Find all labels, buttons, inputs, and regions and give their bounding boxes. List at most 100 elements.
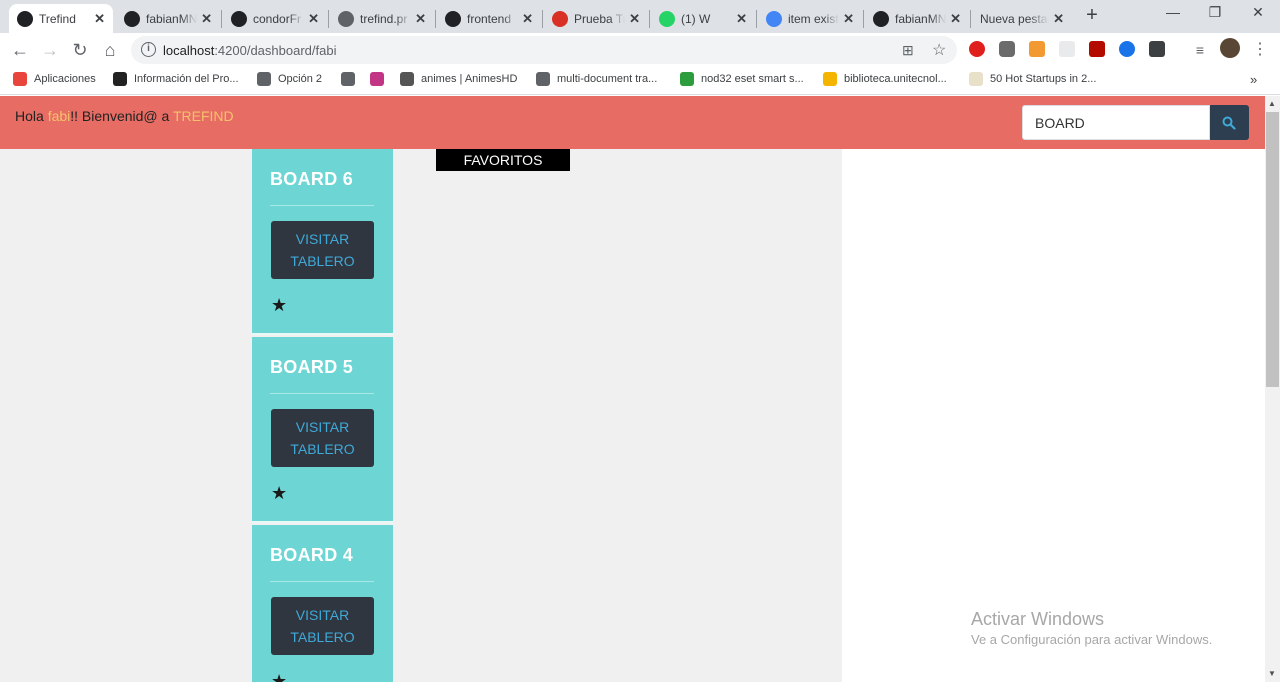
tab-separator <box>649 10 650 28</box>
search-button[interactable] <box>1210 105 1249 140</box>
page-scrollbar[interactable]: ▲ ▼ <box>1265 96 1280 682</box>
whatsapp-icon <box>659 10 675 27</box>
browser-tab[interactable]: item exist ✕ <box>758 4 862 33</box>
close-window-button[interactable]: ✕ <box>1244 4 1272 26</box>
bookmark-item[interactable]: Opción 2 <box>257 72 322 86</box>
et-icon <box>969 72 983 86</box>
scroll-down-icon[interactable]: ▼ <box>1268 669 1276 678</box>
browser-tab[interactable]: (1) W ✕ <box>651 4 755 33</box>
browser-tab-title: fabianMN <box>895 11 947 26</box>
bookmark-label: Información del Pro... <box>134 73 239 85</box>
menu-kebab-icon[interactable]: ⋮ <box>1249 39 1271 61</box>
bookmark-item[interactable]: biblioteca.unitecnol... <box>823 72 947 86</box>
star-icon[interactable]: ★ <box>271 483 287 504</box>
close-tab-icon[interactable]: ✕ <box>94 11 105 27</box>
visit-board-button[interactable]: VISITAR TABLERO <box>271 597 374 655</box>
visit-board-button[interactable]: VISITAR TABLERO <box>271 221 374 279</box>
media-queue-icon[interactable]: ≡ <box>1189 39 1211 61</box>
globe-icon <box>536 72 550 86</box>
translate-icon[interactable]: ⊞ <box>902 42 914 59</box>
bookmark-item[interactable]: 50 Hot Startups in 2... <box>969 72 1096 86</box>
globe-icon <box>341 72 355 86</box>
close-tab-icon[interactable]: ✕ <box>629 11 640 27</box>
bookmarks-bar: » Aplicaciones Información del Pro... Opci… <box>0 66 1280 95</box>
reload-icon[interactable]: ↻ <box>69 39 91 61</box>
browser-tab-title: frontend <box>467 11 512 26</box>
google-icon <box>766 10 782 27</box>
minimize-button[interactable]: — <box>1159 4 1187 26</box>
board-title: BOARD 4 <box>270 545 354 565</box>
close-tab-icon[interactable]: ✕ <box>522 11 533 27</box>
bookmark-item[interactable] <box>341 72 362 86</box>
globe-icon <box>257 72 271 86</box>
browser-tab[interactable]: condorFr ✕ <box>223 4 327 33</box>
url-text: localhost:4200/dashboard/fabi <box>163 43 336 58</box>
browser-tab-title: item exist <box>788 11 839 26</box>
browser-tab-title: Nueva pestañ <box>980 11 1050 26</box>
browser-tab-title: fabianMN <box>146 11 198 26</box>
board-card: BOARD 4 VISITAR TABLERO ★ <box>252 525 393 682</box>
browser-tab-title: Prueba Tr <box>574 11 626 26</box>
extension-blue-icon[interactable] <box>1119 41 1135 57</box>
bookmark-item[interactable] <box>370 72 391 86</box>
browser-tab[interactable]: Trefind ✕ <box>9 4 113 33</box>
anime-icon <box>400 72 414 86</box>
star-icon[interactable]: ★ <box>271 671 287 682</box>
browser-tab[interactable]: trefind.pr ✕ <box>330 4 434 33</box>
tab-separator <box>221 10 222 28</box>
bookmark-item[interactable]: multi-document tra... <box>536 72 657 86</box>
extension-blank-icon[interactable] <box>1059 41 1075 57</box>
close-tab-icon[interactable]: ✕ <box>415 11 426 27</box>
greeting-text: Hola fabi!! Bienvenid@ a TREFIND <box>15 108 234 124</box>
blackboard-icon <box>113 72 127 86</box>
github-icon <box>445 10 461 27</box>
instagram-icon <box>370 72 384 86</box>
scrollbar-thumb[interactable] <box>1266 112 1279 387</box>
adblock-icon[interactable] <box>969 41 985 57</box>
greeting-middle: !! Bienvenid@ a <box>70 108 173 124</box>
favorites-label[interactable]: FAVORITOS <box>436 149 570 171</box>
star-icon[interactable]: ★ <box>271 295 287 316</box>
profile-avatar[interactable] <box>1220 38 1240 58</box>
github-icon <box>873 10 889 27</box>
bookmark-item[interactable]: nod32 eset smart s... <box>680 72 804 86</box>
bookmarks-overflow-icon[interactable]: » <box>1250 72 1257 87</box>
bookmark-item[interactable]: Aplicaciones <box>13 72 96 86</box>
watermark-title: Activar Windows <box>971 609 1105 629</box>
close-tab-icon[interactable]: ✕ <box>1053 11 1064 27</box>
close-tab-icon[interactable]: ✕ <box>736 11 747 27</box>
board-card: BOARD 5 VISITAR TABLERO ★ <box>252 337 393 523</box>
bookmark-item[interactable]: Información del Pro... <box>113 72 239 86</box>
acrobat-icon[interactable] <box>1089 41 1105 57</box>
browser-tab[interactable]: frontend ✕ <box>437 4 541 33</box>
restore-button[interactable]: ❐ <box>1201 4 1229 26</box>
extension-cube-icon[interactable] <box>999 41 1015 57</box>
close-tab-icon[interactable]: ✕ <box>201 11 212 27</box>
visit-board-button[interactable]: VISITAR TABLERO <box>271 409 374 467</box>
bookmark-star-icon[interactable]: ☆ <box>932 40 946 60</box>
scroll-up-icon[interactable]: ▲ <box>1268 99 1276 108</box>
browser-tab[interactable]: Nueva pestañ ✕ <box>972 4 1072 33</box>
home-icon[interactable]: ⌂ <box>99 39 121 61</box>
windows-activation-watermark: Activar Windows Ve a Configuración para … <box>971 609 1212 647</box>
forward-icon[interactable]: → <box>39 39 61 61</box>
browser-toolbar: ← → ↻ ⌂ i localhost:4200/dashboard/fabi … <box>0 33 1280 66</box>
back-icon[interactable]: ← <box>9 39 31 61</box>
bookmark-item[interactable]: animes | AnimesHD <box>400 72 517 86</box>
url-host: localhost <box>163 43 215 58</box>
search-input[interactable] <box>1022 105 1210 140</box>
browser-tab[interactable]: fabianMN ✕ <box>865 4 969 33</box>
board-card: BOARD 6 VISITAR TABLERO ★ <box>252 149 393 335</box>
close-tab-icon[interactable]: ✕ <box>308 11 319 27</box>
new-tab-button[interactable]: + <box>1082 5 1102 26</box>
download-ext-icon[interactable] <box>1149 41 1165 57</box>
site-info-icon[interactable]: i <box>141 42 156 57</box>
close-tab-icon[interactable]: ✕ <box>843 11 854 27</box>
brand-name: TREFIND <box>172 108 234 124</box>
metamask-icon[interactable] <box>1029 41 1045 57</box>
browser-tab[interactable]: fabianMN ✕ <box>116 4 220 33</box>
close-tab-icon[interactable]: ✕ <box>950 11 961 27</box>
address-bar[interactable]: i localhost:4200/dashboard/fabi ⊞ ☆ <box>131 36 957 64</box>
browser-tab[interactable]: Prueba Tr ✕ <box>544 4 648 33</box>
board-divider <box>270 581 374 582</box>
